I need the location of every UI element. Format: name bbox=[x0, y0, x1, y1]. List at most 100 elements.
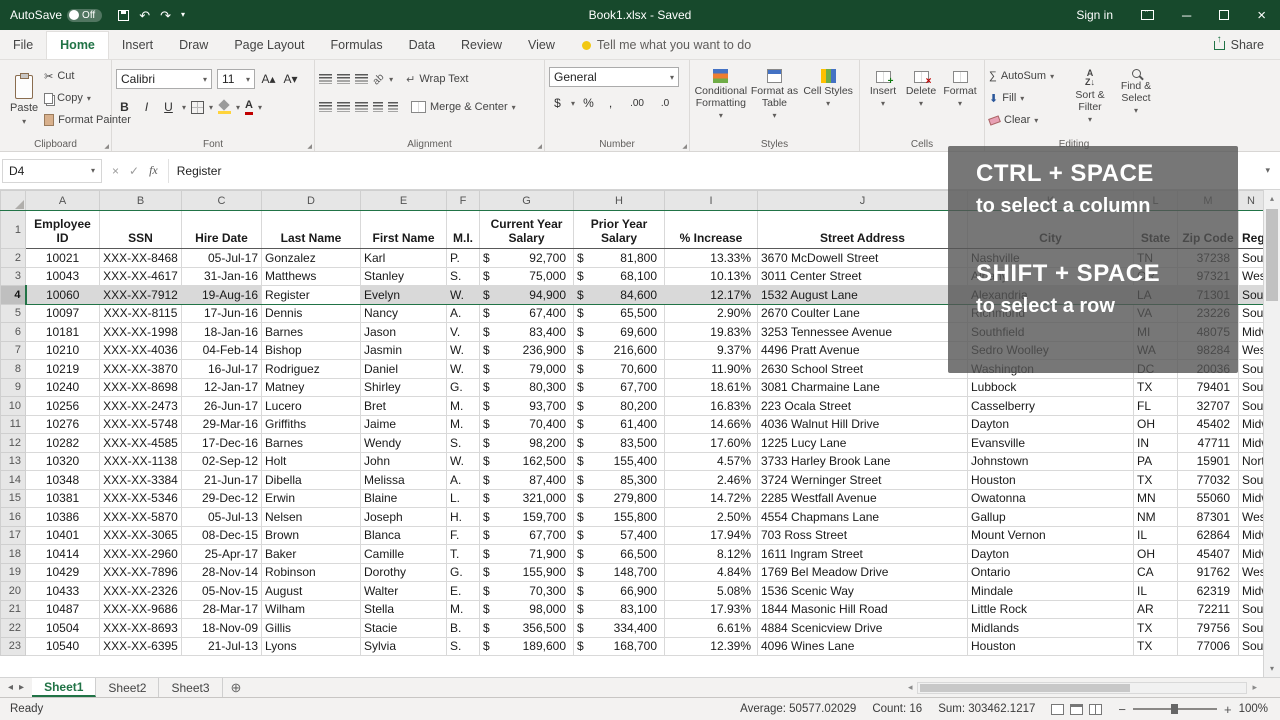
cell-K10[interactable]: Casselberry bbox=[967, 396, 1134, 416]
cell-A7[interactable]: 10210 bbox=[25, 340, 100, 360]
cell-H7[interactable]: $216,600 bbox=[573, 340, 665, 360]
cell-F23[interactable]: S. bbox=[446, 636, 480, 656]
cell-K6[interactable]: Southfield bbox=[967, 322, 1134, 342]
middle-align-icon[interactable] bbox=[337, 74, 350, 84]
cell-E18[interactable]: Camille bbox=[360, 544, 447, 564]
cell-I11[interactable]: 14.66% bbox=[664, 414, 758, 434]
font-dialog-launcher-icon[interactable]: ◢ bbox=[307, 143, 312, 150]
cell-J23[interactable]: 4096 Wines Lane bbox=[757, 636, 968, 656]
cell-A20[interactable]: 10433 bbox=[25, 581, 100, 601]
cell-E14[interactable]: Melissa bbox=[360, 470, 447, 490]
cell-C7[interactable]: 04-Feb-14 bbox=[181, 340, 262, 360]
cell-D7[interactable]: Bishop bbox=[261, 340, 361, 360]
cell-I23[interactable]: 12.39% bbox=[664, 636, 758, 656]
comma-style-button[interactable]: , bbox=[602, 96, 619, 110]
orientation-icon[interactable]: ab bbox=[371, 71, 387, 87]
cell-M7[interactable]: 98284 bbox=[1177, 340, 1239, 360]
formula-input[interactable]: Register bbox=[169, 164, 1258, 178]
cell-M14[interactable]: 77032 bbox=[1177, 470, 1239, 490]
cell-J16[interactable]: 4554 Chapmans Lane bbox=[757, 507, 968, 527]
cell-H22[interactable]: $334,400 bbox=[573, 618, 665, 638]
row-header-18[interactable]: 18 bbox=[0, 544, 26, 564]
cell-M9[interactable]: 79401 bbox=[1177, 377, 1239, 397]
cell-I5[interactable]: 2.90% bbox=[664, 303, 758, 323]
column-header-F[interactable]: F bbox=[446, 190, 480, 211]
row-header-4[interactable]: 4 bbox=[0, 285, 27, 305]
cell-G16[interactable]: $159,700 bbox=[479, 507, 574, 527]
tab-view[interactable]: View bbox=[515, 32, 568, 59]
paste-button[interactable]: Paste ▾ bbox=[4, 63, 44, 137]
cell-C14[interactable]: 21-Jun-17 bbox=[181, 470, 262, 490]
cell-M2[interactable]: 37238 bbox=[1177, 248, 1239, 268]
column-header-G[interactable]: G bbox=[479, 190, 574, 211]
cell-F10[interactable]: M. bbox=[446, 396, 480, 416]
cell-F17[interactable]: F. bbox=[446, 525, 480, 545]
cell-K13[interactable]: Johnstown bbox=[967, 451, 1134, 471]
cell-D20[interactable]: August bbox=[261, 581, 361, 601]
cell-B10[interactable]: XXX-XX-2473 bbox=[99, 396, 182, 416]
cell-A14[interactable]: 10348 bbox=[25, 470, 100, 490]
cell-B21[interactable]: XXX-XX-9686 bbox=[99, 599, 182, 619]
cell-M21[interactable]: 72211 bbox=[1177, 599, 1239, 619]
cell-J21[interactable]: 1844 Masonic Hill Road bbox=[757, 599, 968, 619]
row-header-5[interactable]: 5 bbox=[0, 303, 26, 323]
cell-C12[interactable]: 17-Dec-16 bbox=[181, 433, 262, 453]
cell-D3[interactable]: Matthews bbox=[261, 266, 361, 286]
sheet-tab-sheet3[interactable]: Sheet3 bbox=[159, 678, 223, 697]
cancel-icon[interactable]: × bbox=[112, 164, 119, 178]
cell-K21[interactable]: Little Rock bbox=[967, 599, 1134, 619]
paste-caret-icon[interactable]: ▾ bbox=[22, 117, 26, 126]
cell-L6[interactable]: MI bbox=[1133, 322, 1178, 342]
cell-K20[interactable]: Mindale bbox=[967, 581, 1134, 601]
cell-C11[interactable]: 29-Mar-16 bbox=[181, 414, 262, 434]
cell-D13[interactable]: Holt bbox=[261, 451, 361, 471]
cell-C23[interactable]: 21-Jul-13 bbox=[181, 636, 262, 656]
cell-D6[interactable]: Barnes bbox=[261, 322, 361, 342]
row-header-1[interactable]: 1 bbox=[0, 210, 26, 249]
cell-L20[interactable]: IL bbox=[1133, 581, 1178, 601]
cell-H19[interactable]: $148,700 bbox=[573, 562, 665, 582]
cell-L13[interactable]: PA bbox=[1133, 451, 1178, 471]
cell-H11[interactable]: $61,400 bbox=[573, 414, 665, 434]
cell-D16[interactable]: Nelsen bbox=[261, 507, 361, 527]
cell-H5[interactable]: $65,500 bbox=[573, 303, 665, 323]
cell-K9[interactable]: Lubbock bbox=[967, 377, 1134, 397]
cell-F22[interactable]: B. bbox=[446, 618, 480, 638]
cell-E2[interactable]: Karl bbox=[360, 248, 447, 268]
cell-H9[interactable]: $67,700 bbox=[573, 377, 665, 397]
cell-N17[interactable]: Midwest bbox=[1238, 525, 1264, 545]
cell-K19[interactable]: Ontario bbox=[967, 562, 1134, 582]
cell-F7[interactable]: W. bbox=[446, 340, 480, 360]
enter-icon[interactable]: ✓ bbox=[129, 164, 139, 178]
cell-G11[interactable]: $70,400 bbox=[479, 414, 574, 434]
borders-icon[interactable] bbox=[191, 100, 205, 114]
cell-J3[interactable]: 3011 Center Street bbox=[757, 266, 968, 286]
cell-F18[interactable]: T. bbox=[446, 544, 480, 564]
cell-K5[interactable]: Richmond bbox=[967, 303, 1134, 323]
cell-M23[interactable]: 77006 bbox=[1177, 636, 1239, 656]
decrease-decimal-button[interactable]: .0 bbox=[655, 98, 675, 109]
cell-N11[interactable]: Midwest bbox=[1238, 414, 1264, 434]
font-name-combo[interactable]: Calibri ▾ bbox=[116, 69, 212, 89]
cell-B16[interactable]: XXX-XX-5870 bbox=[99, 507, 182, 527]
scroll-up-icon[interactable]: ▴ bbox=[1264, 190, 1280, 207]
cell-A22[interactable]: 10504 bbox=[25, 618, 100, 638]
cell-D11[interactable]: Griffiths bbox=[261, 414, 361, 434]
cell-H10[interactable]: $80,200 bbox=[573, 396, 665, 416]
cell-J8[interactable]: 2630 School Street bbox=[757, 359, 968, 379]
cell-I16[interactable]: 2.50% bbox=[664, 507, 758, 527]
cell-E1[interactable]: First Name bbox=[360, 210, 447, 249]
cell-G13[interactable]: $162,500 bbox=[479, 451, 574, 471]
cell-C16[interactable]: 05-Jul-13 bbox=[181, 507, 262, 527]
column-header-B[interactable]: B bbox=[99, 190, 182, 211]
horizontal-scroll-track[interactable] bbox=[917, 681, 1248, 694]
accounting-format-button[interactable]: $ bbox=[549, 96, 566, 110]
cell-D10[interactable]: Lucero bbox=[261, 396, 361, 416]
cell-M4[interactable]: 71301 bbox=[1177, 285, 1239, 305]
decrease-font-size-button[interactable]: A▾ bbox=[282, 72, 299, 86]
cell-M12[interactable]: 47711 bbox=[1177, 433, 1239, 453]
cell-J15[interactable]: 2285 Westfall Avenue bbox=[757, 488, 968, 508]
row-header-20[interactable]: 20 bbox=[0, 581, 26, 601]
cell-I13[interactable]: 4.57% bbox=[664, 451, 758, 471]
cell-F21[interactable]: M. bbox=[446, 599, 480, 619]
